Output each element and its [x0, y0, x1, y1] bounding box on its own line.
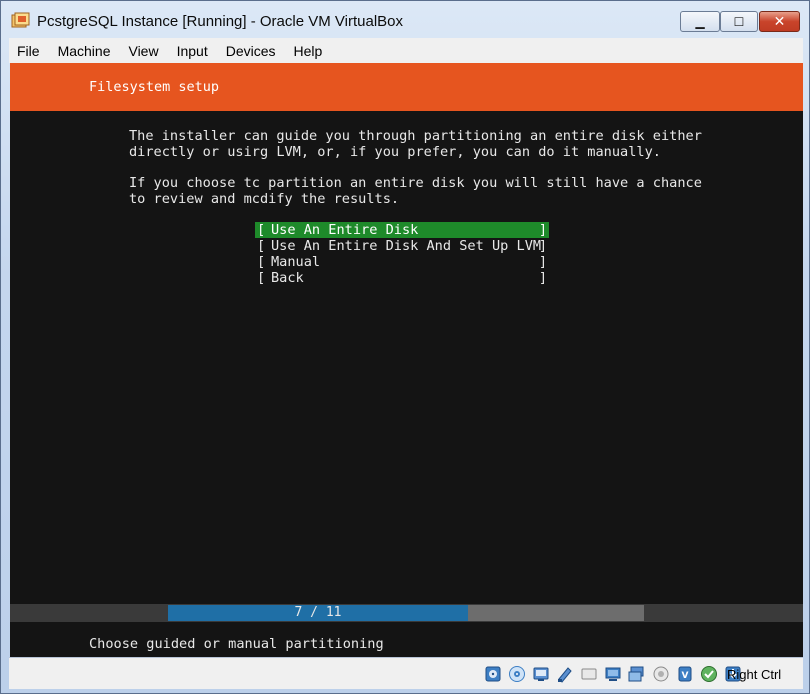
option-label: Manual [271, 254, 321, 270]
option-label: Use An Entire Disk And Set Up LVM [271, 238, 542, 254]
video-capture-icon[interactable] [651, 664, 671, 684]
minimize-button[interactable]: ▁ [680, 11, 720, 32]
bracket-right: ] [538, 254, 547, 270]
bracket-right: ] [538, 270, 547, 286]
menu-bar: File Machine View Input Devices Help [9, 38, 803, 63]
device-indicators: V [483, 664, 743, 684]
bracket-left: [ [257, 222, 266, 238]
progress-label: 7 / 11 [294, 605, 342, 620]
installer-header: Filesystem setup [10, 63, 803, 111]
progress-fill: 7 / 11 [168, 605, 468, 621]
cpu-icon[interactable]: V [675, 664, 695, 684]
intro-paragraph: The installer can guide you through part… [129, 128, 702, 160]
status-bar: V Right Ctrl [9, 657, 803, 689]
bracket-left: [ [257, 238, 266, 254]
mouse-integration-icon[interactable] [699, 664, 719, 684]
close-button[interactable]: ✕ [759, 11, 800, 32]
progress-bar: 7 / 11 [168, 605, 644, 621]
menu-file[interactable]: File [9, 43, 49, 59]
bracket-left: [ [257, 270, 266, 286]
window-title: PcstgreSQL Instance [Running] - Oracle V… [37, 13, 403, 30]
hard-disk-icon[interactable] [483, 664, 503, 684]
menu-help[interactable]: Help [285, 43, 332, 59]
shared-folder-icon[interactable] [603, 664, 623, 684]
close-icon: ✕ [773, 13, 786, 30]
installer-title: Filesystem setup [89, 79, 220, 95]
audio-icon[interactable] [531, 664, 551, 684]
maximize-icon: ☐ [733, 14, 745, 29]
option-use-entire-disk[interactable]: [ Use An Entire Disk ] [255, 222, 549, 238]
option-manual[interactable]: [ Manual ] [255, 254, 549, 270]
virtualbox-app-icon [11, 12, 31, 30]
optical-disc-icon[interactable] [507, 664, 527, 684]
bracket-right: ] [538, 222, 547, 238]
partition-options-list: [ Use An Entire Disk ] [ Use An Entire D… [255, 222, 549, 286]
virtualbox-window: PcstgreSQL Instance [Running] - Oracle V… [0, 0, 810, 694]
title-bar[interactable]: PcstgreSQL Instance [Running] - Oracle V… [1, 1, 809, 37]
usb-icon[interactable] [579, 664, 599, 684]
menu-machine[interactable]: Machine [49, 43, 120, 59]
host-key-label: Right Ctrl [727, 667, 782, 682]
menu-view[interactable]: View [119, 43, 167, 59]
bracket-right: ] [538, 238, 547, 254]
option-back[interactable]: [ Back ] [255, 270, 549, 286]
guest-display[interactable]: Filesystem setup The installer can guide… [10, 63, 803, 657]
option-label: Back [271, 270, 304, 286]
option-label: Use An Entire Disk [271, 222, 419, 238]
display-icon[interactable] [627, 664, 647, 684]
svg-text:V: V [682, 671, 689, 681]
progress-strip: 7 / 11 [10, 604, 803, 622]
bracket-left: [ [257, 254, 266, 270]
option-use-entire-disk-lvm[interactable]: [ Use An Entire Disk And Set Up LVM ] [255, 238, 549, 254]
menu-input[interactable]: Input [168, 43, 217, 59]
network-icon[interactable] [555, 664, 575, 684]
help-status-line: Choose guided or manual partitioning [89, 636, 384, 652]
minimize-icon: ▁ [695, 14, 705, 29]
maximize-button[interactable]: ☐ [720, 11, 758, 32]
menu-devices[interactable]: Devices [217, 43, 285, 59]
review-paragraph: If you choose tc partition an entire dis… [129, 175, 702, 207]
